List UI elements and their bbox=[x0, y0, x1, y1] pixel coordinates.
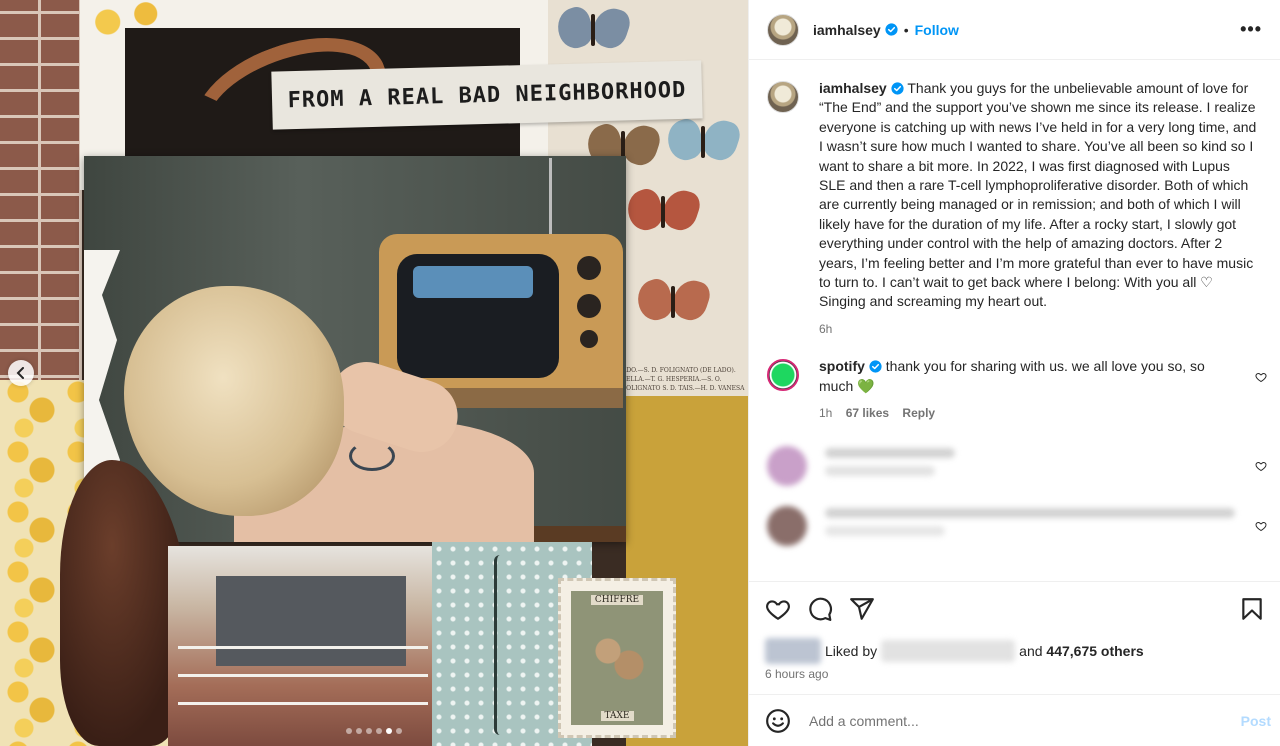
verified-badge-icon bbox=[891, 82, 904, 95]
comment-item-blurred bbox=[767, 505, 1267, 546]
butterfly-icon bbox=[662, 115, 744, 165]
stamp-mice-illustration bbox=[587, 623, 647, 693]
emoji-icon[interactable] bbox=[765, 708, 791, 734]
comment-username[interactable]: spotify bbox=[819, 358, 865, 374]
comment-item-blurred bbox=[767, 445, 1267, 486]
stamp-top-label: CHIFFRE bbox=[590, 595, 644, 605]
post-side-panel: iamhalsey • Follow ••• iamhalsey Thank y… bbox=[748, 0, 1280, 746]
collage-title: FROM A REAL BAD NEIGHBORHOOD bbox=[287, 77, 687, 113]
liker-name-blurred bbox=[881, 640, 1016, 662]
caption-author-avatar[interactable] bbox=[767, 81, 799, 113]
liked-by-label: Liked by bbox=[825, 643, 878, 659]
post-media[interactable]: ADO.—S. D. FOLIGNATO (DE LADO). TELLA.—T… bbox=[0, 0, 748, 746]
heart-icon[interactable] bbox=[765, 596, 791, 622]
likes-summary: Liked by and 447,675 others bbox=[765, 638, 1265, 664]
carousel-prev-button[interactable] bbox=[8, 360, 34, 386]
comment-input[interactable] bbox=[809, 712, 1241, 729]
carousel-dot-active bbox=[386, 728, 392, 734]
post-caption: iamhalsey Thank you guys for the unbelie… bbox=[767, 79, 1265, 339]
comment-icon[interactable] bbox=[807, 596, 833, 622]
author-username[interactable]: iamhalsey bbox=[813, 22, 881, 38]
post-comment-button[interactable]: Post bbox=[1241, 713, 1271, 729]
postage-stamp: CHIFFRE TAXE bbox=[558, 578, 676, 738]
likes-count[interactable]: 447,675 others bbox=[1046, 643, 1143, 659]
post-actions: Liked by and 447,675 others 6 hours ago bbox=[749, 581, 1280, 681]
post-timeago[interactable]: 6 hours ago bbox=[765, 667, 1265, 681]
carousel-dots bbox=[346, 728, 402, 734]
verified-badge-icon bbox=[869, 360, 882, 373]
carousel-dot bbox=[356, 728, 362, 734]
author-avatar[interactable] bbox=[767, 13, 799, 46]
carousel-dot bbox=[376, 728, 382, 734]
butterfly-icon bbox=[622, 185, 704, 235]
tv-antenna bbox=[549, 158, 552, 240]
comment-item: spotify thank you for sharing with us. w… bbox=[767, 357, 1267, 423]
header-separator: • bbox=[903, 21, 909, 38]
collage-small-caption: ADO.—S. D. FOLIGNATO (DE LADO). TELLA.—T… bbox=[622, 367, 745, 392]
heart-icon[interactable] bbox=[1255, 371, 1267, 383]
comments-list[interactable]: iamhalsey Thank you guys for the unbelie… bbox=[749, 61, 1280, 581]
comment-reply-button[interactable]: Reply bbox=[902, 406, 935, 420]
likes-and-label: and bbox=[1019, 643, 1043, 659]
heart-icon[interactable] bbox=[1255, 520, 1267, 532]
caption-time: 6h bbox=[819, 321, 833, 336]
bookmark-icon[interactable] bbox=[1239, 596, 1265, 622]
post-header: iamhalsey • Follow ••• bbox=[749, 0, 1280, 60]
string-decoration bbox=[494, 555, 506, 735]
verified-badge-icon bbox=[885, 23, 898, 36]
butterfly-icon bbox=[552, 3, 634, 53]
liker-avatar-blurred bbox=[765, 638, 821, 664]
carousel-dot bbox=[346, 728, 352, 734]
main-photo bbox=[84, 156, 626, 542]
follow-button[interactable]: Follow bbox=[915, 22, 959, 38]
collage-title-tape: FROM A REAL BAD NEIGHBORHOOD bbox=[271, 60, 703, 130]
motel-photo bbox=[168, 546, 434, 746]
caption-username[interactable]: iamhalsey bbox=[819, 80, 887, 96]
comment-likes[interactable]: 67 likes bbox=[846, 406, 889, 420]
comment-time: 1h bbox=[819, 406, 833, 421]
add-comment-bar: Post bbox=[749, 694, 1280, 746]
spotify-avatar[interactable] bbox=[767, 359, 799, 392]
carousel-dot bbox=[396, 728, 402, 734]
chevron-left-icon bbox=[16, 367, 24, 379]
tattoo bbox=[349, 441, 395, 471]
more-options-icon[interactable]: ••• bbox=[1240, 19, 1262, 40]
tv-screen bbox=[397, 254, 559, 378]
share-icon[interactable] bbox=[849, 596, 875, 622]
carousel-dot bbox=[366, 728, 372, 734]
blurred-avatar bbox=[767, 505, 807, 546]
blurred-avatar bbox=[767, 445, 807, 486]
heart-icon[interactable] bbox=[1255, 460, 1267, 472]
stamp-bottom-label: TAXE bbox=[600, 711, 634, 721]
butterfly-icon bbox=[632, 275, 714, 325]
caption-text: Thank you guys for the unbelievable amou… bbox=[819, 80, 1257, 310]
